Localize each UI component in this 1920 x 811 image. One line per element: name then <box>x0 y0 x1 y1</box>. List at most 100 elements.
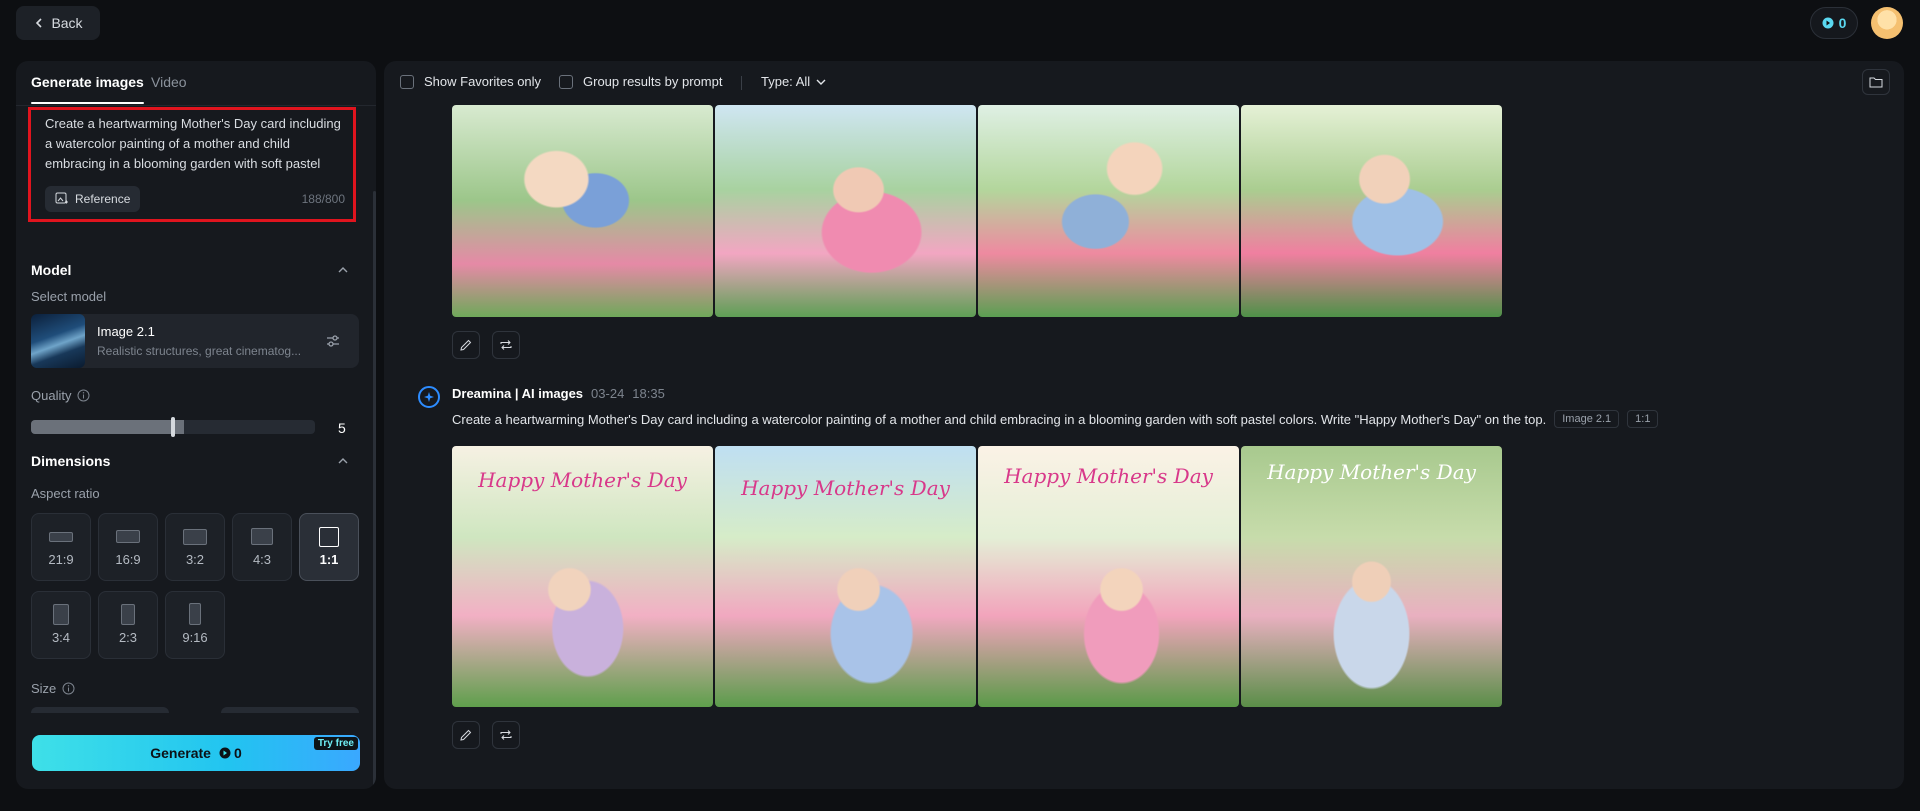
quality-text: Quality <box>31 388 72 403</box>
ratio-label: 4:3 <box>252 552 272 567</box>
tab-video[interactable]: Video <box>151 74 187 90</box>
aspect-ratio-label: Aspect ratio <box>31 486 100 501</box>
credits-count: 0 <box>1838 15 1847 31</box>
generation-author: Dreamina | AI images <box>452 386 584 401</box>
ratio-shape-icon <box>49 532 73 542</box>
ratio-tag: 1:1 <box>1627 410 1659 428</box>
card-title-text: Happy Mother's Day <box>1267 460 1476 484</box>
ratio-shape-icon <box>251 528 273 545</box>
select-model-text: Select model <box>31 289 107 304</box>
edit-button[interactable] <box>452 721 480 749</box>
ratio-4-3[interactable]: 4:3 <box>232 513 292 581</box>
ratio-2-3[interactable]: 2:3 <box>98 591 158 659</box>
quality-slider-handle[interactable] <box>171 417 175 437</box>
ratio-3-4[interactable]: 3:4 <box>31 591 91 659</box>
character-count: 188/800 <box>301 192 345 206</box>
ratio-21-9[interactable]: 21:9 <box>31 513 91 581</box>
model-section-title: Model <box>31 262 72 278</box>
generation-prompt: Create a heartwarming Mother's Day card … <box>452 410 1659 428</box>
generation-settings-panel: Generate images Video Create a heartwarm… <box>16 61 376 789</box>
quality-label: Quality <box>31 388 90 403</box>
group-by-prompt-label[interactable]: Group results by prompt <box>583 74 722 89</box>
dreamina-logo-icon <box>418 386 440 408</box>
model-tag: Image 2.1 <box>1554 410 1620 428</box>
info-icon[interactable] <box>62 682 75 695</box>
type-dropdown[interactable]: Type: All <box>761 74 826 89</box>
select-model-label: Select model <box>31 289 106 304</box>
ratio-shape-icon <box>319 527 339 547</box>
ratio-shape-icon <box>121 604 135 625</box>
repeat-icon <box>500 730 512 740</box>
back-button[interactable]: Back <box>16 6 100 40</box>
repeat-icon <box>500 340 512 350</box>
card-title-text: Happy Mother's Day <box>478 468 687 492</box>
chevron-down-icon <box>816 79 826 85</box>
chevron-up-icon[interactable] <box>338 456 348 466</box>
previous-results-row <box>452 105 1502 317</box>
regenerate-button[interactable] <box>492 331 520 359</box>
panel-scrollbar[interactable] <box>373 191 376 789</box>
prompt-input-area[interactable]: Create a heartwarming Mother's Day card … <box>28 107 356 222</box>
generate-credits: 0 <box>219 745 242 761</box>
card-title-text: Happy Mother's Day <box>741 476 950 500</box>
ratio-label: 21:9 <box>48 552 74 567</box>
model-selector[interactable]: Image 2.1 Realistic structures, great ci… <box>31 314 359 368</box>
group-by-prompt-checkbox[interactable] <box>559 75 573 89</box>
user-avatar[interactable] <box>1871 7 1903 39</box>
ratio-shape-icon <box>183 529 207 545</box>
tab-generate-images[interactable]: Generate images <box>31 74 144 104</box>
credit-coin-icon <box>219 747 231 759</box>
aspect-ratio-text: Aspect ratio <box>31 486 100 501</box>
ratio-9-16[interactable]: 9:16 <box>165 591 225 659</box>
result-image[interactable] <box>715 105 976 317</box>
reference-label: Reference <box>75 192 131 206</box>
credits-badge[interactable]: 0 <box>1810 7 1858 39</box>
generation-header: Dreamina | AI images 03-24 18:35 <box>452 386 665 401</box>
chevron-left-icon <box>36 18 43 28</box>
ratio-1-1[interactable]: 1:1 <box>299 513 359 581</box>
back-label: Back <box>51 15 83 31</box>
info-icon[interactable] <box>77 389 90 402</box>
filter-divider <box>741 76 742 90</box>
ratio-label: 3:4 <box>51 630 71 645</box>
ratio-shape-icon <box>189 603 201 625</box>
try-free-badge: Try free <box>313 737 358 750</box>
prompt-textarea[interactable]: Create a heartwarming Mother's Day card … <box>45 114 341 172</box>
ratio-label: 3:2 <box>185 552 205 567</box>
favorites-checkbox[interactable] <box>400 75 414 89</box>
sliders-icon[interactable] <box>325 333 341 349</box>
result-image[interactable]: Happy Mother's Day <box>452 446 713 707</box>
result-image[interactable]: Happy Mother's Day <box>978 446 1239 707</box>
size-width-field[interactable] <box>31 707 169 713</box>
result-image[interactable]: Happy Mother's Day <box>1241 446 1502 707</box>
type-dropdown-label: Type: All <box>761 74 811 89</box>
credit-coin-icon <box>1822 17 1834 29</box>
size-label: Size <box>31 681 75 696</box>
dimensions-section-title: Dimensions <box>31 453 111 469</box>
chevron-up-icon[interactable] <box>338 265 348 275</box>
folder-button[interactable] <box>1862 69 1890 95</box>
edit-button[interactable] <box>452 331 480 359</box>
generate-button[interactable]: Generate 0 Try free <box>32 735 360 771</box>
model-thumbnail <box>31 314 85 368</box>
size-height-field[interactable] <box>221 707 359 713</box>
result-image[interactable] <box>978 105 1239 317</box>
regenerate-button[interactable] <box>492 721 520 749</box>
ratio-3-2[interactable]: 3:2 <box>165 513 225 581</box>
result-image[interactable] <box>1241 105 1502 317</box>
filter-bar: Show Favorites only Group results by pro… <box>384 61 1904 105</box>
reference-button[interactable]: Reference <box>45 186 141 212</box>
favorites-label[interactable]: Show Favorites only <box>424 74 541 89</box>
model-description: Realistic structures, great cinematog... <box>97 344 302 358</box>
results-panel: Show Favorites only Group results by pro… <box>384 61 1904 789</box>
result-image[interactable]: Happy Mother's Day <box>715 446 976 707</box>
pencil-icon <box>460 339 472 351</box>
generate-label: Generate <box>150 745 211 761</box>
generation-time: 18:35 <box>632 386 665 401</box>
generation-prompt-text[interactable]: Create a heartwarming Mother's Day card … <box>452 412 1546 427</box>
quality-slider-fill <box>31 420 185 434</box>
size-text: Size <box>31 681 57 696</box>
mode-tabs: Generate images Video <box>16 61 376 106</box>
result-image[interactable] <box>452 105 713 317</box>
ratio-16-9[interactable]: 16:9 <box>98 513 158 581</box>
